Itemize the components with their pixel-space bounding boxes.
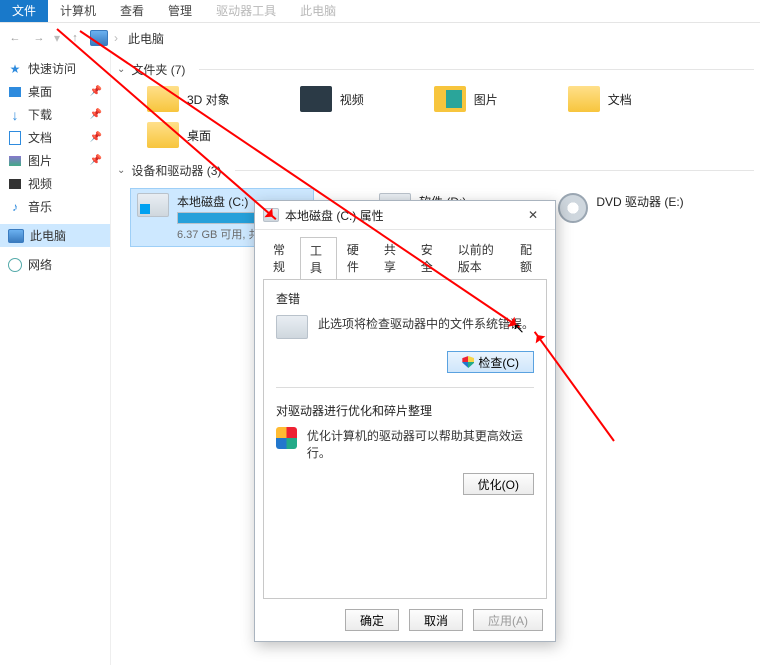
folder-pictures[interactable]: 图片 <box>434 86 498 112</box>
sidebar-item-label: 音乐 <box>28 198 52 215</box>
ok-button[interactable]: 确定 <box>345 609 399 631</box>
tab-general[interactable]: 常规 <box>263 236 300 279</box>
chevron-down-icon: ⌄ <box>117 165 125 176</box>
check-button-label: 检查(C) <box>478 354 519 371</box>
defrag-icon <box>276 427 297 449</box>
tab-previous[interactable]: 以前的版本 <box>448 236 510 279</box>
drive-e[interactable]: DVD 驱动器 (E:) <box>552 189 689 227</box>
nav-forward-icon[interactable]: → <box>30 29 48 47</box>
pin-icon: 📌 <box>90 86 102 97</box>
cancel-button[interactable]: 取消 <box>409 609 463 631</box>
folder-label: 图片 <box>474 91 498 108</box>
harddisk-icon <box>276 315 308 339</box>
tab-quota[interactable]: 配额 <box>510 236 547 279</box>
ribbon: 文件 计算机 查看 管理 驱动器工具 此电脑 <box>0 0 760 23</box>
folder-videos[interactable]: 视频 <box>300 86 364 112</box>
sidebar-item-label: 桌面 <box>28 83 52 100</box>
ribbon-tab-computer[interactable]: 计算机 <box>48 0 108 22</box>
sidebar-item-network[interactable]: 网络 <box>0 253 110 276</box>
optimize-header: 对驱动器进行优化和碎片整理 <box>276 402 534 419</box>
sidebar-item-desktop[interactable]: 桌面 📌 <box>0 80 110 103</box>
sidebar-item-music[interactable]: ♪ 音乐 <box>0 195 110 218</box>
sidebar: ★ 快速访问 桌面 📌 ↓ 下载 📌 文档 📌 图片 📌 视频 ♪ 音乐 此电脑 网络 <box>0 53 111 665</box>
ribbon-tab-view[interactable]: 查看 <box>108 0 156 22</box>
dialog-title: 本地磁盘 (C:) 属性 <box>285 207 384 224</box>
drive-icon <box>137 193 169 217</box>
group-folders[interactable]: ⌄文件夹 (7) <box>111 57 760 82</box>
dialog-titlebar[interactable]: 本地磁盘 (C:) 属性 ✕ <box>255 201 555 230</box>
sidebar-item-label: 此电脑 <box>30 227 66 244</box>
music-icon: ♪ <box>8 200 22 214</box>
dialog-footer: 确定 取消 应用(A) <box>255 599 555 641</box>
chevron-down-icon: ⌄ <box>117 64 125 75</box>
shield-icon <box>462 356 474 368</box>
sidebar-item-label: 网络 <box>28 256 52 273</box>
sidebar-item-pictures[interactable]: 图片 📌 <box>0 149 110 172</box>
pin-icon: 📌 <box>90 132 102 143</box>
network-icon <box>8 258 22 272</box>
desktop-icon <box>9 87 21 97</box>
video-icon <box>9 179 21 189</box>
sidebar-item-label: 图片 <box>28 152 52 169</box>
sidebar-item-documents[interactable]: 文档 📌 <box>0 126 110 149</box>
document-icon <box>9 131 21 145</box>
nav-back-icon[interactable]: ← <box>6 29 24 47</box>
breadcrumb[interactable]: 此电脑 <box>128 30 164 47</box>
check-button[interactable]: 检查(C) <box>447 351 534 373</box>
sidebar-quick-label: 快速访问 <box>28 60 76 77</box>
sidebar-item-label: 下载 <box>28 106 52 123</box>
errorcheck-text: 此选项将检查驱动器中的文件系统错误。 <box>318 315 534 332</box>
tab-hardware[interactable]: 硬件 <box>337 236 374 279</box>
pin-icon: 📌 <box>90 155 102 166</box>
ribbon-context-2: 此电脑 <box>288 0 348 22</box>
ribbon-tab-manage[interactable]: 管理 <box>156 0 204 22</box>
sidebar-item-label: 视频 <box>28 175 52 192</box>
dialog-body: 查错 此选项将检查驱动器中的文件系统错误。 检查(C) 对驱动器进行优化和碎片整… <box>263 279 547 599</box>
sidebar-item-thispc[interactable]: 此电脑 <box>0 224 110 247</box>
ribbon-context-1: 驱动器工具 <box>204 0 288 22</box>
folder-icon <box>568 86 600 112</box>
dialog-tabs: 常规 工具 硬件 共享 安全 以前的版本 配额 <box>255 230 555 279</box>
path-sep-icon: › <box>114 31 118 45</box>
ribbon-tab-file[interactable]: 文件 <box>0 0 48 22</box>
sidebar-item-label: 文档 <box>28 129 52 146</box>
dvd-icon <box>558 193 588 223</box>
pin-icon: 📌 <box>90 109 102 120</box>
optimize-text: 优化计算机的驱动器可以帮助其更高效运行。 <box>307 427 534 461</box>
properties-dialog: 本地磁盘 (C:) 属性 ✕ 常规 工具 硬件 共享 安全 以前的版本 配额 查… <box>254 200 556 642</box>
folder-label: 3D 对象 <box>187 91 230 108</box>
navbar: ← → ▾ ↑ › 此电脑 <box>0 23 760 53</box>
folder-icon <box>147 122 179 148</box>
folder-icon <box>300 86 332 112</box>
errorcheck-header: 查错 <box>276 290 534 307</box>
divider <box>276 387 534 388</box>
close-button[interactable]: ✕ <box>519 208 547 222</box>
folder-icon <box>434 86 466 112</box>
download-icon: ↓ <box>8 108 22 122</box>
folder-3dobjects[interactable]: 3D 对象 <box>147 86 230 112</box>
folder-label: 文档 <box>608 91 632 108</box>
nav-dropdown-icon[interactable]: ▾ <box>54 31 60 45</box>
sidebar-item-videos[interactable]: 视频 <box>0 172 110 195</box>
optimize-button[interactable]: 优化(O) <box>463 473 534 495</box>
folder-label: 桌面 <box>187 127 211 144</box>
sidebar-item-downloads[interactable]: ↓ 下载 📌 <box>0 103 110 126</box>
folder-label: 视频 <box>340 91 364 108</box>
tab-tools[interactable]: 工具 <box>300 237 337 280</box>
folder-documents[interactable]: 文档 <box>568 86 632 112</box>
folder-desktop[interactable]: 桌面 <box>147 122 760 148</box>
drive-title: DVD 驱动器 (E:) <box>596 193 683 210</box>
star-icon: ★ <box>8 62 22 76</box>
group-title: 设备和驱动器 (3) <box>131 162 221 179</box>
image-icon <box>9 156 21 166</box>
thispc-icon <box>8 229 24 243</box>
folder-icon <box>147 86 179 112</box>
apply-button[interactable]: 应用(A) <box>473 609 543 631</box>
